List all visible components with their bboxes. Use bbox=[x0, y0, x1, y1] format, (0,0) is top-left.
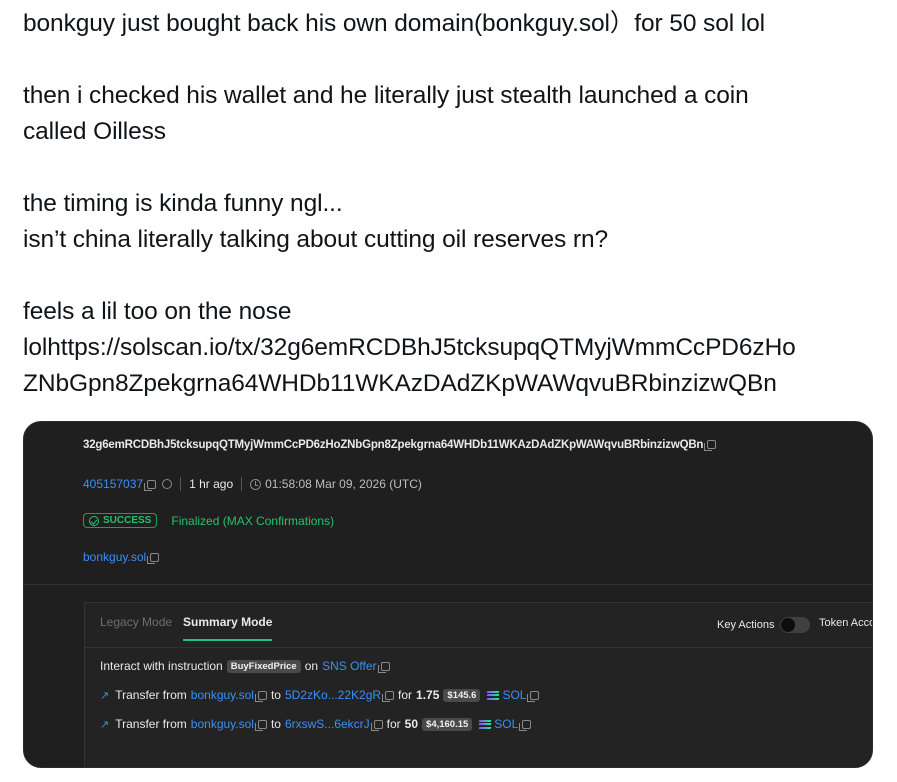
tx-hash-text: 32g6emRCDBhJ5tcksupqQTMyjWmmCcPD6zHoZNbG… bbox=[83, 439, 704, 451]
solscan-screenshot[interactable]: 32g6emRCDBhJ5tcksupqQTMyjWmmCcPD6zHoZNbG… bbox=[23, 421, 873, 768]
signer-row: bonkguy.sol bbox=[83, 550, 160, 564]
program-link[interactable]: SNS Offer bbox=[322, 659, 376, 673]
copy-icon[interactable] bbox=[144, 479, 157, 491]
for-word: for bbox=[386, 717, 401, 731]
divider bbox=[241, 477, 243, 491]
tweet-line: the timing is kinda funny ngl... bbox=[23, 190, 343, 217]
usd-value-badge: $4,160.15 bbox=[422, 717, 473, 731]
on-word: on bbox=[304, 659, 319, 673]
solana-icon bbox=[478, 719, 492, 729]
mode-tabs: Legacy Mode Summary Mode bbox=[100, 615, 273, 641]
key-actions-toggle-group: Key Actions bbox=[717, 617, 811, 633]
tweet-line: then i checked his wallet and he literal… bbox=[23, 82, 749, 109]
tweet-link-line[interactable]: lolhttps://solscan.io/tx/32g6emRCDBhJ5tc… bbox=[23, 330, 883, 366]
transfer-row: ↗ Transfer from bonkguy.sol to 5D2zKo...… bbox=[100, 688, 540, 702]
usd-value-badge: $145.6 bbox=[443, 688, 481, 702]
copy-icon[interactable] bbox=[254, 719, 267, 731]
history-icon[interactable] bbox=[162, 479, 173, 489]
tx-status-row: SUCCESS Finalized (MAX Confirmations) bbox=[83, 513, 334, 528]
copy-icon[interactable] bbox=[519, 719, 532, 731]
copy-icon[interactable] bbox=[382, 690, 395, 702]
copy-icon[interactable] bbox=[254, 690, 267, 702]
transfer-amount: 50 bbox=[404, 717, 419, 731]
tweet-link-line[interactable]: ZNbGpn8Zpekgrna64WHDb11WKAzDAdZKpWAWqvuB… bbox=[23, 366, 883, 402]
from-link[interactable]: bonkguy.sol bbox=[191, 717, 254, 731]
section-divider bbox=[24, 584, 872, 585]
transfer-row: ↗ Transfer from bonkguy.sol to 6rxswS...… bbox=[100, 717, 532, 731]
interact-prefix: Interact with instruction bbox=[100, 659, 223, 673]
key-actions-toggle[interactable] bbox=[780, 617, 811, 633]
instruction-badge: BuyFixedPrice bbox=[226, 659, 301, 673]
tweet-line: bonkguy just bought back his own domain(… bbox=[23, 10, 765, 37]
transfer-amount: 1.75 bbox=[416, 688, 440, 702]
clock-icon bbox=[250, 478, 262, 490]
summary-panel: Legacy Mode Summary Mode Key Actions Tok… bbox=[84, 602, 872, 767]
to-link[interactable]: 6rxswS...6ekcrJ bbox=[285, 717, 370, 731]
token-link[interactable]: SOL bbox=[502, 688, 526, 702]
from-link[interactable]: bonkguy.sol bbox=[191, 688, 254, 702]
confirmation-status: Finalized (MAX Confirmations) bbox=[171, 513, 335, 528]
tweet-line: isn’t china literally talking about cutt… bbox=[23, 226, 609, 253]
divider bbox=[180, 477, 182, 491]
status-text: SUCCESS bbox=[103, 515, 152, 526]
copy-icon[interactable] bbox=[370, 719, 383, 731]
key-actions-label: Key Actions bbox=[717, 619, 775, 631]
tweet-line: feels a lil too on the nose bbox=[23, 298, 292, 325]
solana-icon bbox=[487, 690, 500, 700]
tabs-divider bbox=[85, 647, 872, 648]
tx-timestamp: 01:58:08 Mar 09, 2026 (UTC) bbox=[265, 477, 422, 491]
to-word: to bbox=[270, 717, 281, 731]
tab-token-accounts[interactable]: Token Acco bbox=[819, 617, 872, 629]
interact-instruction-row: Interact with instruction BuyFixedPrice … bbox=[100, 659, 390, 673]
signer-link[interactable]: bonkguy.sol bbox=[83, 550, 146, 564]
transfer-label: Transfer from bbox=[115, 717, 187, 731]
arrow-up-right-icon: ↗ bbox=[100, 718, 110, 731]
to-link[interactable]: 5D2zKo...22K2gR bbox=[285, 688, 381, 702]
tx-hash: 32g6emRCDBhJ5tcksupqQTMyjWmmCcPD6zHoZNbG… bbox=[83, 439, 717, 451]
token-link[interactable]: SOL bbox=[494, 717, 518, 731]
check-circle-icon bbox=[89, 515, 99, 526]
copy-icon[interactable] bbox=[704, 440, 717, 451]
tx-age: 1 hr ago bbox=[189, 477, 234, 491]
copy-icon[interactable] bbox=[147, 553, 160, 564]
tx-meta-row: 405157037 1 hr ago 01:58:08 Mar 09, 2026… bbox=[83, 477, 422, 491]
transfer-label: Transfer from bbox=[115, 688, 187, 702]
tab-summary-mode[interactable]: Summary Mode bbox=[183, 615, 273, 641]
slot-link[interactable]: 405157037 bbox=[83, 477, 143, 491]
arrow-up-right-icon: ↗ bbox=[100, 689, 110, 702]
tweet-line: called Oilless bbox=[23, 118, 166, 145]
for-word: for bbox=[398, 688, 413, 702]
tab-legacy-mode[interactable]: Legacy Mode bbox=[100, 615, 172, 641]
status-badge: SUCCESS bbox=[83, 513, 158, 528]
copy-icon[interactable] bbox=[377, 661, 390, 673]
tweet-text: bonkguy just bought back his own domain(… bbox=[23, 6, 883, 402]
to-word: to bbox=[270, 688, 281, 702]
copy-icon[interactable] bbox=[527, 690, 540, 702]
